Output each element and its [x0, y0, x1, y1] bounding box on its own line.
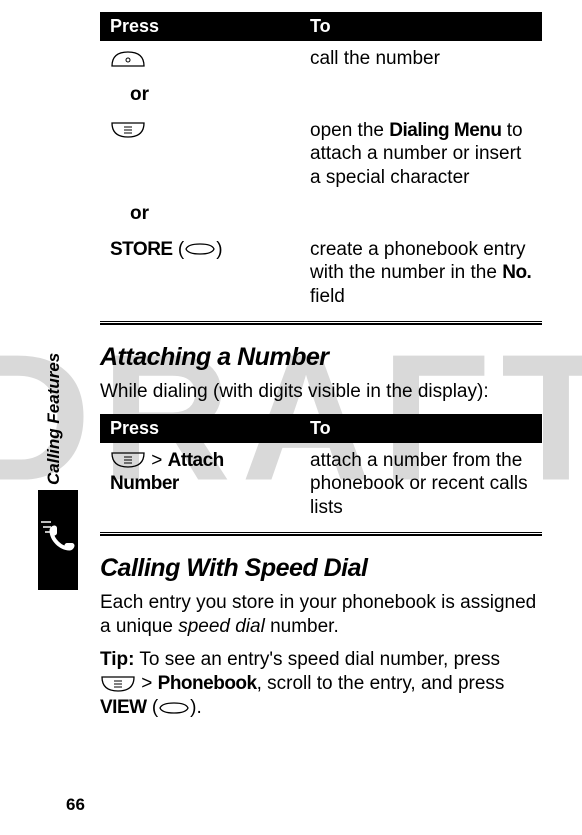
th-press: Press: [100, 12, 300, 41]
soft-key-icon: [184, 242, 216, 256]
cell-text: attach a number from the phonebook or re…: [300, 443, 542, 526]
menu-key-icon: [100, 673, 136, 695]
phone-handset-icon: [47, 523, 77, 553]
or-label: or: [100, 196, 300, 232]
table-row-or: or: [100, 77, 542, 113]
speed-dial-tip: Tip: To see an entry's speed dial number…: [100, 648, 542, 719]
table-end-rule: [100, 532, 542, 536]
sidebar-label: Calling Features: [44, 353, 64, 485]
th-to: To: [300, 414, 542, 443]
cell-text: open the Dialing Menu to attach a number…: [300, 113, 542, 196]
heading-attaching-number: Attaching a Number: [100, 343, 542, 372]
table-row: STORE ( ) create a phonebook entry with …: [100, 232, 542, 315]
intro-text: While dialing (with digits visible in th…: [100, 380, 542, 404]
menu-key-icon: [110, 119, 146, 141]
table-end-rule: [100, 321, 542, 325]
soft-key-icon: [158, 701, 190, 715]
page-number: 66: [66, 795, 85, 815]
press-to-table-1: Press To call the number or: [100, 12, 542, 315]
table-row: open the Dialing Menu to attach a number…: [100, 113, 542, 196]
heading-speed-dial: Calling With Speed Dial: [100, 554, 542, 583]
cell-press: > Attach Number: [100, 443, 300, 526]
th-to: To: [300, 12, 542, 41]
or-label: or: [100, 77, 300, 113]
speed-dial-intro: Each entry you store in your phonebook i…: [100, 591, 542, 639]
cell-text: call the number: [300, 41, 542, 77]
table-row: > Attach Number attach a number from the…: [100, 443, 542, 526]
cell-text: create a phonebook entry with the number…: [300, 232, 542, 315]
th-press: Press: [100, 414, 300, 443]
send-key-icon: [110, 48, 146, 70]
table-row: call the number: [100, 41, 542, 77]
table-row-or: or: [100, 196, 542, 232]
cell-press: STORE ( ): [100, 232, 300, 315]
press-to-table-2: Press To > Attach Number attach a number…: [100, 414, 542, 526]
page-content: Press To call the number or: [0, 0, 582, 750]
menu-key-icon: [110, 449, 146, 471]
